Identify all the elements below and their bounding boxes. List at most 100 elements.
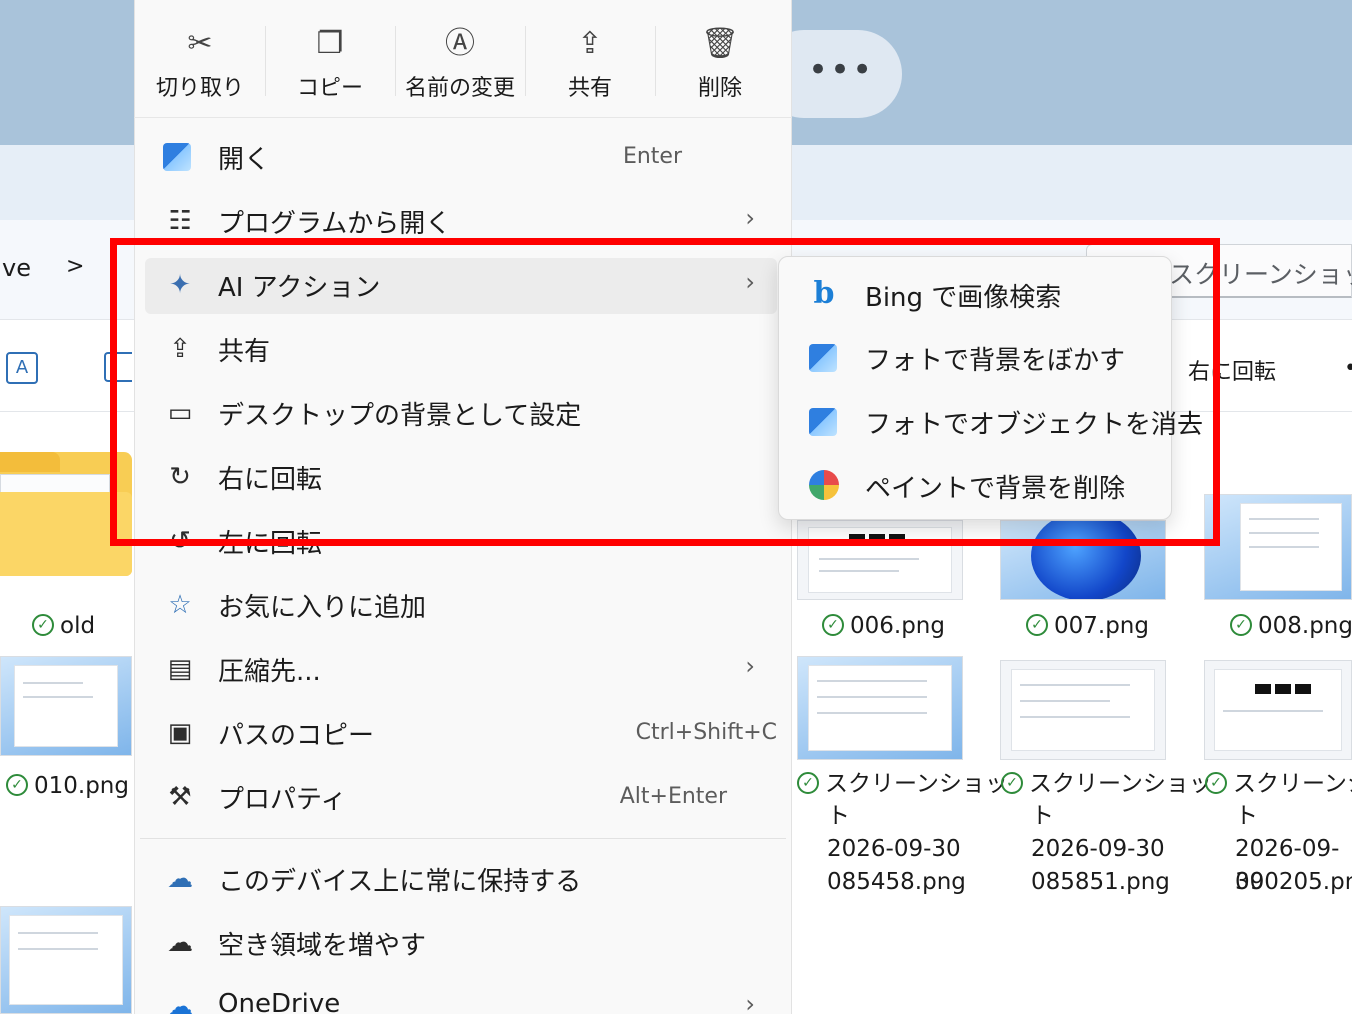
file-item-screenshot-090205[interactable]: ✓ スクリーンショ [1205,768,1352,800]
file-item-old[interactable]: ✓ old [32,610,95,642]
file-item-006[interactable]: ✓ 006.png [822,610,945,642]
cloud-icon: ☁ [167,928,193,958]
file-name-line: ト [1235,803,1258,829]
menu-item-ai-actions[interactable]: ✦ AI アクション › [145,258,777,314]
menu-divider [140,838,786,839]
menu-item-label: 圧縮先... [218,657,321,687]
menu-item-label: パスのコピー [218,721,375,751]
chevron-right-icon: › [745,268,755,296]
menu-item-label: プロパティ [218,785,347,815]
thumbnail-next[interactable] [0,906,132,1014]
bing-icon: b [813,276,835,311]
menu-item-label: 右に回転 [218,465,323,495]
desktop-background-icon: ▭ [167,398,193,428]
rename-button[interactable]: Ⓐ 名前の変更 [396,22,524,108]
breadcrumb-item[interactable]: ve [2,254,31,282]
file-item-010[interactable]: ✓ 010.png [6,770,129,802]
file-name-line: 2026-09-30 [827,836,961,862]
file-name-line: スクリーンショッ [1029,771,1212,797]
file-name: 007.png [1054,613,1149,639]
submenu-item-label: Bing で画像検索 [865,283,1062,313]
toolbar-more-icon[interactable]: • [1344,356,1352,381]
thumbnail-screenshot-090205[interactable] [1204,660,1352,760]
cut-button[interactable]: ✂ 切り取り [136,22,264,108]
menu-item-label: プログラムから開く [218,209,452,239]
file-name-line: 090205.png [1235,869,1352,895]
star-icon: ☆ [168,590,192,620]
menu-item-label: AI アクション [218,273,381,303]
rename-icon: Ⓐ [445,26,475,61]
sync-check-icon: ✓ [1230,613,1252,636]
submenu-item-remove-background[interactable]: ペイントで背景を削除 [791,458,1161,514]
menu-item-rotate-right[interactable]: ↻ 右に回転 [145,450,777,506]
trash-icon: 🗑 [700,26,740,61]
sync-check-icon: ✓ [1001,771,1023,794]
delete-label: 削除 [697,76,742,101]
submenu-item-blur-background[interactable]: フォトで背景をぼかす [791,330,1161,386]
share-label: 共有 [567,76,612,101]
menu-item-free-space[interactable]: ☁ 空き領域を増やす [145,916,777,972]
shortcut-text: Ctrl+Shift+C [635,720,777,745]
file-item-screenshot-085458[interactable]: ✓ スクリーンショッ [797,768,1008,800]
file-name-line: ト [827,803,850,829]
menu-item-keep-on-device[interactable]: ☁ このデバイス上に常に保持する [145,852,777,908]
file-name-line: 2026-09-30 [1031,836,1165,862]
menu-item-open[interactable]: 開く Enter [145,130,777,186]
thumbnail-008[interactable] [1204,494,1352,600]
menu-item-copy-path[interactable]: ▣ パスのコピー Ctrl+Shift+C [145,706,777,762]
copy-icon: ❐ [316,26,344,61]
file-name-line: ト [1031,803,1054,829]
sync-check-icon: ✓ [6,773,28,796]
wrench-icon: ⚒ [168,782,192,812]
file-item-screenshot-085851[interactable]: ✓ スクリーンショッ [1001,768,1212,800]
share-button[interactable]: ⇪ 共有 [526,22,654,108]
thumbnail-007[interactable] [1000,520,1166,600]
file-name-line: スクリーンショ [1233,771,1352,797]
submenu-item-bing-search[interactable]: b Bing で画像検索 [791,267,1161,323]
menu-item-set-background[interactable]: ▭ デスクトップの背景として設定 [145,386,777,442]
file-item-008[interactable]: ✓ 008.png [1230,610,1352,642]
menu-item-share[interactable]: ⇪ 共有 [145,322,777,378]
search-placeholder: スクリーンショット( [1169,260,1352,289]
shortcut-text: Alt+Enter [619,784,727,809]
menu-item-label: 空き領域を増やす [218,931,427,961]
submenu-item-label: フォトで背景をぼかす [865,346,1126,376]
menu-item-open-with[interactable]: ☷ プログラムから開く › [145,194,777,250]
more-icon: ••• [808,50,875,90]
photos-icon [163,143,191,171]
menu-item-label: 開く [218,145,271,175]
submenu-item-label: ペイントで背景を削除 [865,474,1126,504]
toolbar-share-icon[interactable] [104,352,132,382]
thumbnail-006[interactable] [797,520,963,600]
rotate-left-icon: ↺ [169,526,191,556]
file-name: 006.png [850,613,945,639]
paint-icon [809,470,839,500]
delete-button[interactable]: 🗑 削除 [656,22,784,108]
copy-button[interactable]: ❐ コピー [266,22,394,108]
sync-check-icon: ✓ [32,613,54,636]
menu-item-onedrive[interactable]: ☁ OneDrive › [145,980,777,1014]
breadcrumb-chevron-icon[interactable]: > [66,254,84,279]
thumbnail-screenshot-085458[interactable] [797,656,963,760]
menu-item-rotate-left[interactable]: ↺ 左に回転 [145,514,777,570]
file-name: 008.png [1258,613,1352,639]
menu-item-properties[interactable]: ⚒ プロパティ Alt+Enter [145,770,777,826]
photos-icon [809,408,837,436]
thumbnail-screenshot-085851[interactable] [1000,660,1166,760]
sync-check-icon: ✓ [822,613,844,636]
submenu-item-erase-object[interactable]: フォトでオブジェクトを消去 [791,394,1203,450]
toolbar-rotate-right-button[interactable]: 右に回転 [1188,354,1276,386]
chevron-right-icon: › [745,652,755,680]
menu-item-add-favorites[interactable]: ☆ お気に入りに追加 [145,578,777,634]
toolbar-rename-icon[interactable]: A [6,352,38,384]
rotate-right-icon: ↻ [169,462,191,492]
scissors-icon: ✂ [187,26,213,61]
menu-item-compress[interactable]: ▤ 圧縮先... › [145,642,777,698]
menu-item-label: お気に入りに追加 [218,593,427,623]
folder-front [0,492,132,576]
file-item-007[interactable]: ✓ 007.png [1026,610,1149,642]
zip-folder-icon: ▤ [167,654,193,684]
thumbnail-010[interactable] [0,656,132,756]
share-icon: ⇪ [169,334,191,364]
menu-item-label: OneDrive [218,989,341,1014]
